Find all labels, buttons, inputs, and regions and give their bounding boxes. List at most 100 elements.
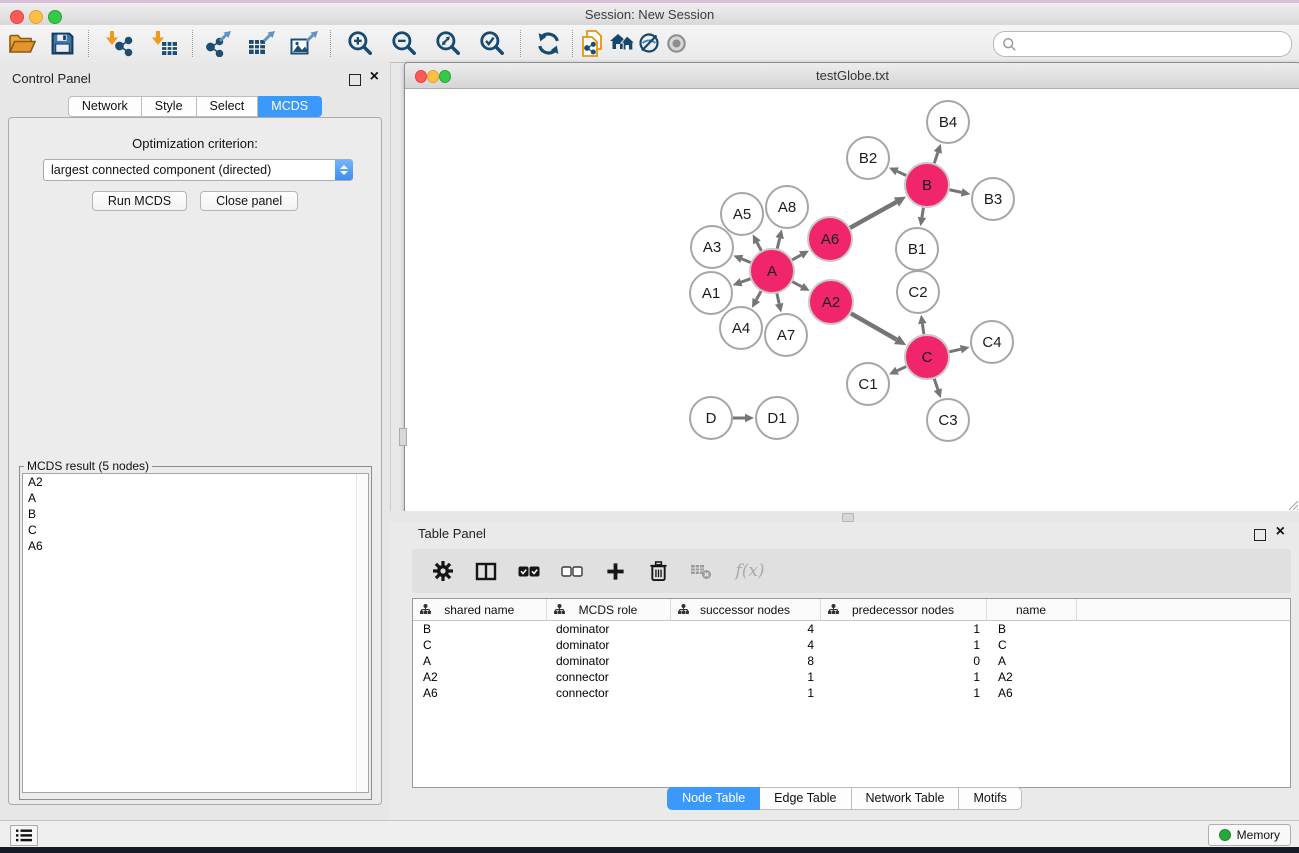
search-input[interactable] (1017, 35, 1291, 53)
graph-node-D1[interactable]: D1 (756, 397, 798, 439)
table-cell[interactable]: A6 (986, 685, 1076, 701)
import-network-button[interactable] (100, 26, 136, 60)
tab-node-table[interactable]: Node Table (667, 787, 760, 810)
tab-select[interactable]: Select (197, 96, 259, 117)
home-button[interactable] (607, 26, 637, 60)
graph-node-A2[interactable]: A2 (809, 280, 853, 324)
graph-edge-A-A2[interactable] (792, 282, 809, 291)
graph-node-C3[interactable]: C3 (927, 399, 969, 441)
delete-column-button[interactable] (646, 558, 670, 584)
table-cell[interactable]: 1 (820, 621, 986, 638)
graph-node-A6[interactable]: A6 (808, 217, 852, 261)
table-cell[interactable]: 0 (820, 653, 986, 669)
table-cell[interactable]: A (413, 653, 546, 669)
graph-edge-A-A8[interactable] (776, 229, 784, 248)
close-panel-icon[interactable]: × (370, 67, 379, 87)
table-cell[interactable]: C (986, 637, 1076, 653)
zoom-fit-button[interactable] (430, 26, 466, 60)
export-image-button[interactable] (286, 26, 322, 60)
graph-node-C2[interactable]: C2 (897, 271, 939, 313)
table-cell[interactable]: 8 (670, 653, 820, 669)
deselect-all-button[interactable] (560, 558, 584, 584)
show-graphics-details-button[interactable] (662, 26, 690, 60)
graph-edge-B-B1[interactable] (918, 208, 926, 227)
graph-edge-A2-C[interactable] (851, 313, 906, 345)
graph-edge-A-A6[interactable] (792, 251, 809, 260)
tab-style[interactable]: Style (142, 96, 197, 117)
table-cell[interactable]: connector (546, 685, 670, 701)
import-table-button[interactable] (146, 26, 182, 60)
graph-node-B2[interactable]: B2 (847, 137, 889, 179)
table-row[interactable]: A2connector11A2 (413, 669, 1290, 685)
apply-layout-button[interactable] (530, 26, 566, 60)
graph-edge-B-B2[interactable] (889, 167, 906, 175)
zoom-selected-button[interactable] (474, 26, 510, 60)
run-mcds-button[interactable]: Run MCDS (92, 191, 187, 211)
table-options-button[interactable] (431, 558, 455, 584)
table-cell[interactable]: B (413, 621, 546, 638)
table-cell[interactable]: 1 (820, 685, 986, 701)
table-cell[interactable]: 4 (670, 637, 820, 653)
new-network-from-selection-button[interactable] (577, 26, 607, 60)
mcds-list-item[interactable]: A (23, 490, 368, 506)
graph-edge-A-A5[interactable] (753, 234, 762, 250)
select-all-button[interactable] (517, 558, 541, 584)
tab-network[interactable]: Network (68, 96, 142, 117)
table-cell[interactable]: connector (546, 669, 670, 685)
graph-node-C4[interactable]: C4 (971, 321, 1013, 363)
graph-edge-B-B4[interactable] (934, 144, 942, 163)
table-cell[interactable]: A2 (413, 669, 546, 685)
search-field[interactable] (993, 31, 1292, 57)
graph-edge-A-A1[interactable] (733, 278, 751, 286)
save-session-button[interactable] (44, 26, 80, 60)
mcds-list-scrollbar[interactable] (356, 474, 368, 792)
mcds-list-item[interactable]: B (23, 506, 368, 522)
table-cell[interactable] (1076, 669, 1290, 685)
table-cell[interactable] (1076, 653, 1290, 669)
table-cell[interactable]: A (986, 653, 1076, 669)
graph-node-B1[interactable]: B1 (896, 228, 938, 270)
zoom-in-button[interactable] (342, 26, 378, 60)
graph-edge-C-C1[interactable] (889, 367, 906, 375)
add-column-button[interactable] (603, 558, 627, 584)
graph-edge-A-A7[interactable] (775, 293, 783, 312)
graph-node-A8[interactable]: A8 (766, 186, 808, 228)
graph-node-A5[interactable]: A5 (721, 193, 763, 235)
float-table-panel-icon[interactable] (1254, 529, 1266, 541)
column-header-name[interactable]: name (986, 599, 1076, 621)
show-columns-button[interactable] (474, 558, 498, 584)
close-panel-button[interactable]: Close panel (200, 191, 298, 211)
close-table-panel-icon[interactable]: × (1276, 522, 1285, 542)
graph-node-A7[interactable]: A7 (765, 314, 807, 356)
graph-node-B3[interactable]: B3 (972, 178, 1014, 220)
graph-edge-B-B3[interactable] (949, 188, 970, 196)
column-header-shared-name[interactable]: shared name (413, 599, 546, 621)
zoom-out-button[interactable] (386, 26, 422, 60)
table-cell[interactable] (1076, 637, 1290, 653)
app-titlebar[interactable]: Session: New Session (0, 3, 1299, 26)
show-task-history-button[interactable] (10, 825, 38, 846)
graph-edge-C-C3[interactable] (934, 379, 942, 398)
memory-button[interactable]: Memory (1208, 824, 1291, 846)
graph-node-B[interactable]: B (905, 163, 949, 207)
table-cell[interactable] (1076, 685, 1290, 701)
table-row[interactable]: Adominator80A (413, 653, 1290, 669)
panel-edge-handle[interactable] (399, 428, 407, 446)
table-cell[interactable] (1076, 621, 1290, 638)
network-window-titlebar[interactable]: testGlobe.txt (405, 63, 1299, 89)
table-row[interactable]: Cdominator41C (413, 637, 1290, 653)
table-cell[interactable]: A2 (986, 669, 1076, 685)
export-table-button[interactable] (243, 26, 279, 60)
table-cell[interactable]: dominator (546, 621, 670, 638)
network-canvas-svg[interactable]: B4B2BB3A5A8A6A3B1AA1C2A2A4A7C4CC1C3DD1 (405, 89, 1298, 510)
table-cell[interactable]: dominator (546, 653, 670, 669)
table-cell[interactable]: 1 (670, 669, 820, 685)
table-cell[interactable]: A6 (413, 685, 546, 701)
graph-node-C1[interactable]: C1 (847, 363, 889, 405)
horizontal-split-divider[interactable] (390, 511, 1299, 522)
hide-graphics-details-button[interactable] (635, 26, 663, 60)
graph-node-D[interactable]: D (690, 397, 732, 439)
table-cell[interactable]: 4 (670, 621, 820, 638)
graph-node-A3[interactable]: A3 (691, 226, 733, 268)
tab-network-table[interactable]: Network Table (852, 787, 960, 810)
